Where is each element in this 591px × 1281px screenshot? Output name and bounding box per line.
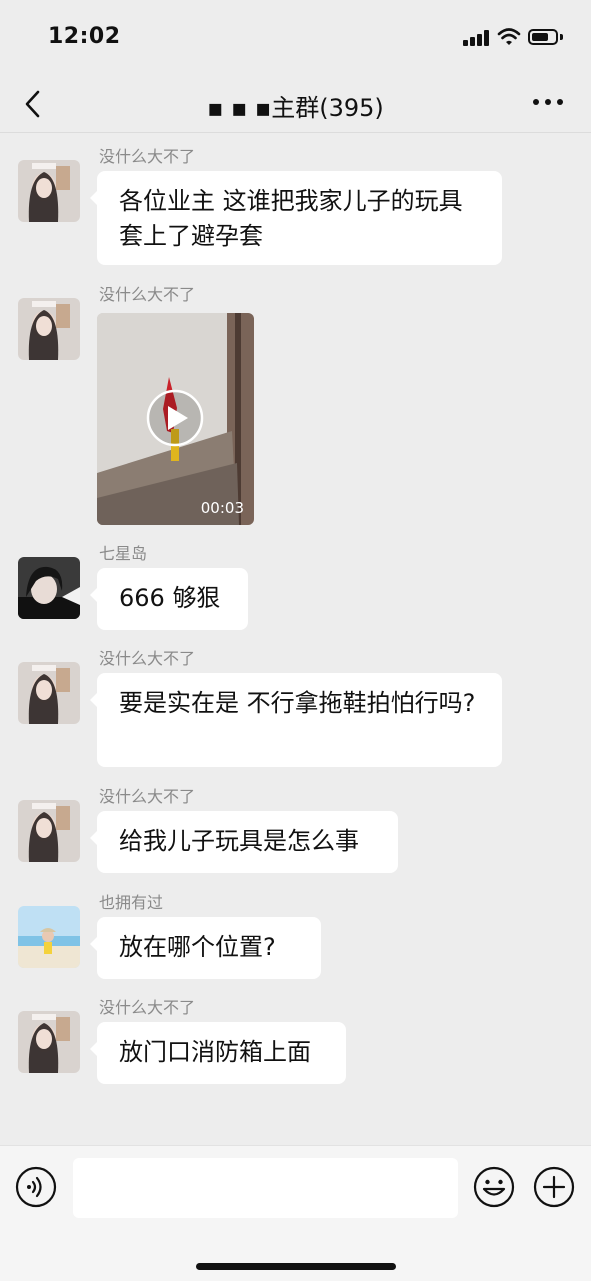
voice-input-icon[interactable] [15, 1166, 57, 1208]
avatar[interactable] [18, 160, 80, 222]
avatar[interactable] [18, 662, 80, 724]
avatar[interactable] [18, 298, 80, 360]
emoji-icon[interactable] [473, 1166, 515, 1208]
sender-name: 没什么大不了 [99, 147, 196, 166]
avatar[interactable] [18, 906, 80, 968]
message-bubble[interactable]: 各位业主 这谁把我家儿子的玩具套上了避孕套 [90, 171, 502, 265]
sender-name: 没什么大不了 [99, 285, 196, 304]
avatar[interactable] [18, 800, 80, 862]
message-bubble[interactable]: 给我儿子玩具是怎么事 [90, 811, 398, 873]
message-item: 没什么大不了 00:03 [0, 281, 591, 531]
group-title: ▪ ▪ ▪主群(395) [207, 94, 384, 122]
play-icon[interactable] [146, 389, 204, 447]
battery-icon [528, 29, 558, 45]
message-item: 七星岛 666 够狠 [0, 540, 591, 632]
message-item: 没什么大不了 放门口消防箱上面 [0, 994, 591, 1086]
message-text: 各位业主 这谁把我家儿子的玩具套上了避孕套 [119, 187, 463, 250]
message-item: 没什么大不了 给我儿子玩具是怎么事 [0, 783, 591, 875]
add-attachment-icon[interactable] [533, 1166, 575, 1208]
status-time: 12:02 [48, 24, 121, 49]
message-bubble[interactable]: 放在哪个位置? [90, 917, 321, 979]
message-text: 给我儿子玩具是怎么事 [119, 827, 359, 855]
sender-name: 没什么大不了 [99, 649, 196, 668]
message-text: 放门口消防箱上面 [119, 1038, 311, 1066]
video-duration: 00:03 [200, 499, 244, 517]
message-item: 也拥有过 放在哪个位置? [0, 889, 591, 981]
video-message[interactable]: 00:03 [97, 313, 254, 525]
sender-name: 七星岛 [99, 544, 148, 563]
chat-message-list[interactable]: 没什么大不了 各位业主 这谁把我家儿子的玩具套上了避孕套 没什么大不了 00:0… [0, 133, 591, 1145]
message-bubble[interactable]: 放门口消防箱上面 [90, 1022, 346, 1084]
back-chevron-icon[interactable] [20, 86, 48, 122]
more-options-icon[interactable] [532, 96, 564, 108]
message-item: 没什么大不了 各位业主 这谁把我家儿子的玩具套上了避孕套 [0, 143, 591, 265]
avatar[interactable] [18, 1011, 80, 1073]
battery-cap [560, 34, 563, 40]
input-bar [0, 1145, 591, 1281]
message-bubble[interactable]: 要是实在是 不行拿拖鞋拍怕行吗? [90, 673, 502, 767]
sender-name: 没什么大不了 [99, 998, 196, 1017]
status-bar: 12:02 [0, 0, 591, 78]
message-text: 放在哪个位置? [119, 933, 276, 961]
message-item: 没什么大不了 要是实在是 不行拿拖鞋拍怕行吗? [0, 645, 591, 767]
wifi-icon [497, 28, 521, 45]
message-bubble[interactable]: 666 够狠 [90, 568, 248, 630]
sender-name: 也拥有过 [99, 893, 164, 912]
message-text: 666 够狠 [119, 584, 221, 612]
cellular-signal-icon [463, 30, 491, 46]
sender-name: 没什么大不了 [99, 787, 196, 806]
message-input[interactable] [73, 1158, 458, 1218]
home-indicator [196, 1263, 396, 1270]
message-text: 要是实在是 不行拿拖鞋拍怕行吗? [119, 689, 476, 717]
chat-header: ▪ ▪ ▪主群(395) [0, 78, 591, 133]
avatar[interactable] [18, 557, 80, 619]
